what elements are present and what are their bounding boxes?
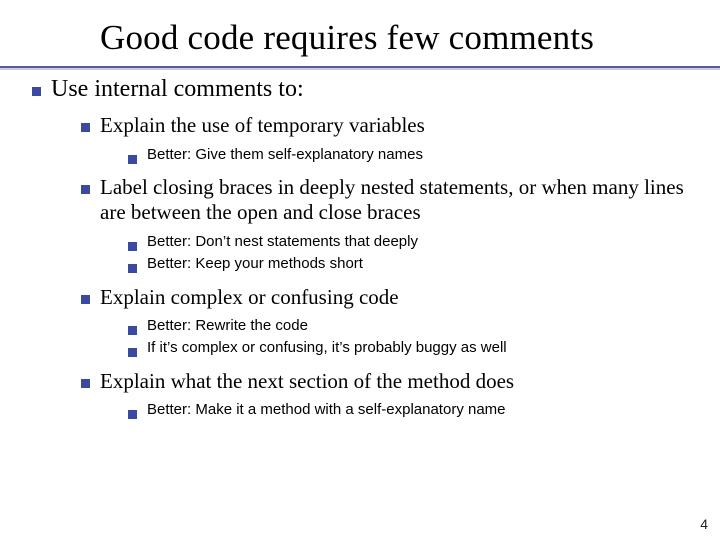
list-item: Use internal comments to: Explain the us… xyxy=(32,76,698,431)
slide-title: Good code requires few comments xyxy=(100,18,698,58)
square-bullet-icon xyxy=(128,326,137,335)
square-bullet-icon xyxy=(128,155,137,164)
bullet-list-level2: Explain the use of temporary variables B… xyxy=(81,113,698,429)
list-item: Better: Rewrite the code xyxy=(128,316,698,336)
square-bullet-icon xyxy=(81,379,90,388)
bullet-list-level3: Better: Rewrite the code If it’s complex… xyxy=(128,316,698,359)
list-item-text: Better: Rewrite the code xyxy=(147,316,698,336)
square-bullet-icon xyxy=(128,242,137,251)
list-item-text: Label closing braces in deeply nested st… xyxy=(100,175,684,225)
bullet-list-level3: Better: Give them self-explanatory names xyxy=(128,145,698,165)
list-item-text: Better: Give them self-explanatory names xyxy=(147,145,698,165)
bullet-list-level1: Use internal comments to: Explain the us… xyxy=(32,76,698,431)
square-bullet-icon xyxy=(81,185,90,194)
square-bullet-icon xyxy=(81,123,90,132)
list-item: Label closing braces in deeply nested st… xyxy=(81,175,698,283)
slide-body: Use internal comments to: Explain the us… xyxy=(22,76,698,431)
list-item: Better: Make it a method with a self-exp… xyxy=(128,400,698,420)
list-item: If it’s complex or confusing, it’s proba… xyxy=(128,338,698,358)
list-item-text: Better: Make it a method with a self-exp… xyxy=(147,400,698,420)
square-bullet-icon xyxy=(128,264,137,273)
square-bullet-icon xyxy=(128,410,137,419)
list-item-text: Explain what the next section of the met… xyxy=(100,369,514,393)
square-bullet-icon xyxy=(32,87,41,96)
list-item: Explain what the next section of the met… xyxy=(81,369,698,429)
list-item: Better: Don’t nest statements that deepl… xyxy=(128,232,698,252)
list-item-text: Explain the use of temporary variables xyxy=(100,113,425,137)
list-item-text: Better: Keep your methods short xyxy=(147,254,698,274)
list-item: Better: Keep your methods short xyxy=(128,254,698,274)
list-item: Better: Give them self-explanatory names xyxy=(128,145,698,165)
bullet-list-level3: Better: Make it a method with a self-exp… xyxy=(128,400,698,420)
bullet-list-level3: Better: Don’t nest statements that deepl… xyxy=(128,232,698,275)
list-item-text: Explain complex or confusing code xyxy=(100,285,399,309)
list-item-text: If it’s complex or confusing, it’s proba… xyxy=(147,338,698,358)
square-bullet-icon xyxy=(81,295,90,304)
page-number: 4 xyxy=(700,516,708,532)
title-underline-shadow xyxy=(0,68,720,70)
list-item: Explain the use of temporary variables B… xyxy=(81,113,698,173)
list-item-text: Use internal comments to: xyxy=(51,76,304,102)
square-bullet-icon xyxy=(128,348,137,357)
list-item: Explain complex or confusing code Better… xyxy=(81,285,698,367)
list-item-text: Better: Don’t nest statements that deepl… xyxy=(147,232,698,252)
